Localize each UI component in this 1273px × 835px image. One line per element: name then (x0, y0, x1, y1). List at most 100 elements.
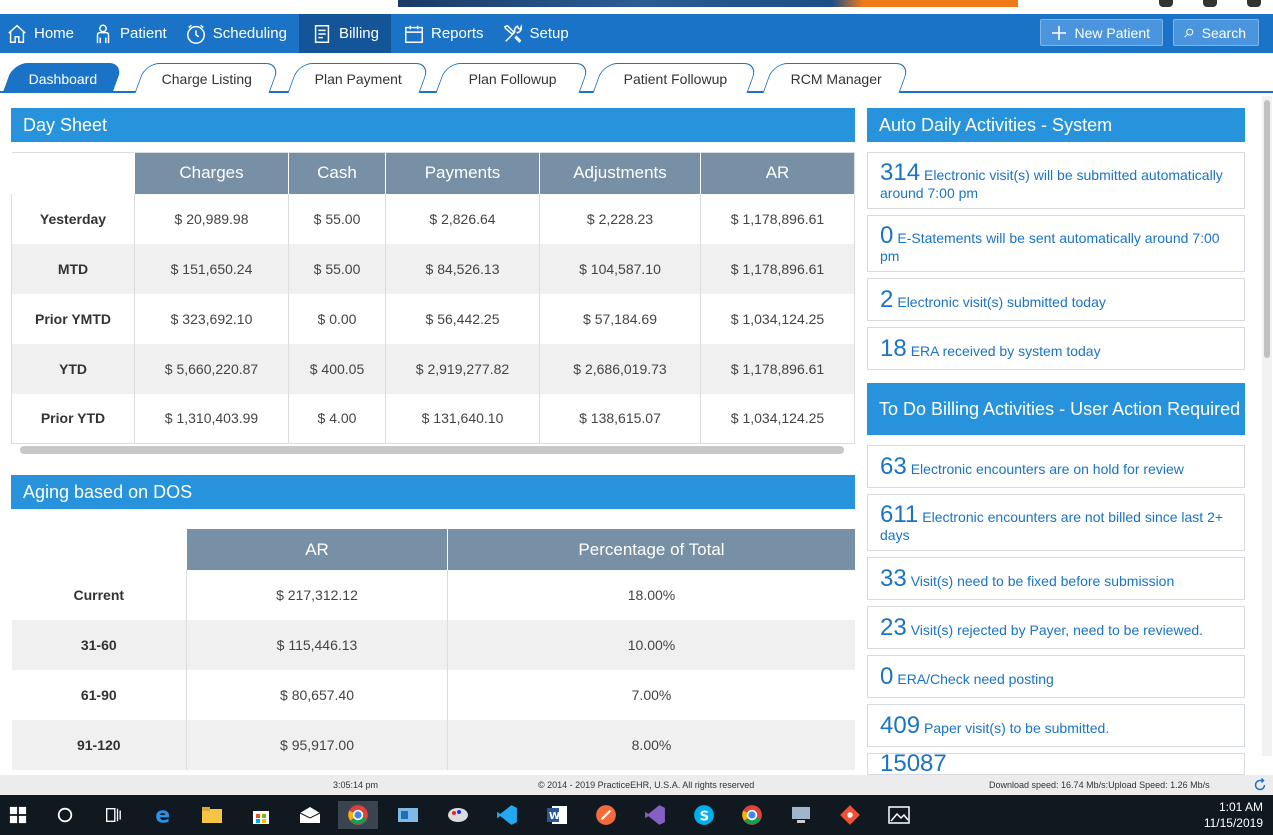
task-view-icon[interactable] (99, 801, 127, 829)
table-cell: $ 95,917.00 (186, 720, 448, 770)
file-explorer-icon[interactable] (198, 801, 226, 829)
refresh-icon[interactable] (1253, 778, 1267, 792)
tab-charge-listing[interactable]: Charge Listing (134, 63, 281, 93)
git-icon[interactable] (836, 801, 864, 829)
day-sheet-header: Day Sheet (11, 108, 855, 142)
activity-text: Electronic encounters are not billed sin… (880, 509, 1224, 543)
table-cell: $ 84,526.13 (385, 243, 540, 294)
activity-item[interactable]: 611 Electronic encounters are not billed … (867, 494, 1245, 551)
gear-icon[interactable] (1203, 0, 1217, 7)
system-clock[interactable]: 1:01 AM 11/15/2019 (1204, 799, 1263, 831)
visual-studio-icon[interactable] (641, 801, 669, 829)
postman-icon[interactable] (592, 801, 620, 829)
table-cell: $ 131,640.10 (385, 393, 540, 444)
nav-setup-label: Setup (529, 25, 569, 42)
table-cell: $ 323,692.10 (134, 293, 289, 344)
activity-item[interactable]: 18 ERA received by system today (867, 327, 1245, 370)
browser-top-strip (0, 0, 1273, 14)
table-row: 91-120 $ 95,917.00 8.00% (11, 720, 855, 770)
activity-item[interactable]: 314 Electronic visit(s) will be submitted… (867, 152, 1245, 209)
activity-item[interactable]: 2 Electronic visit(s) submitted today (867, 278, 1245, 321)
search-button[interactable]: Search (1173, 19, 1259, 46)
new-patient-label: New Patient (1074, 24, 1150, 41)
activity-text: ERA/Check need posting (897, 670, 1054, 687)
activity-item[interactable]: 0 E-Statements will be sent automatically… (867, 215, 1245, 272)
activity-item[interactable]: 409 Paper visit(s) to be submitted. (867, 704, 1245, 747)
tab-plan-followup[interactable]: Plan Followup (435, 63, 591, 93)
table-cell: $ 4.00 (288, 393, 386, 444)
paint-icon[interactable] (444, 801, 472, 829)
nav-reports[interactable]: Reports (391, 14, 496, 53)
photos-icon[interactable] (885, 801, 913, 829)
scrollbar-thumb[interactable] (1264, 100, 1270, 358)
table-cell: $ 1,178,896.61 (700, 243, 855, 294)
store-icon[interactable] (247, 801, 275, 829)
table-row: Prior YMTD $ 323,692.10 $ 0.00 $ 56,442.25 $… (12, 293, 855, 344)
table-row: Prior YTD $ 1,310,403.99 $ 4.00 $ 131,640.1… (12, 393, 855, 444)
outlook-icon[interactable] (394, 801, 422, 829)
page-scrollbar[interactable] (1262, 96, 1272, 756)
column-header: AR (186, 529, 448, 570)
day-sheet-scrollbar[interactable] (20, 446, 844, 454)
new-patient-button[interactable]: New Patient (1039, 19, 1163, 46)
activity-count: 15087 (880, 750, 947, 777)
table-cell: 8.00% (447, 720, 855, 770)
activity-item[interactable]: 15087 (867, 750, 1245, 777)
table-cell: $ 217,312.12 (186, 570, 448, 620)
nav-patient[interactable]: Patient (86, 14, 179, 53)
windows-start-icon[interactable] (4, 801, 32, 829)
column-header: Adjustments (539, 152, 701, 194)
mail-icon[interactable] (296, 801, 324, 829)
activity-count: 409 (880, 711, 921, 739)
tab-rcm-manager[interactable]: RCM Manager (762, 63, 911, 93)
search-icon (1184, 28, 1194, 38)
skype-icon[interactable]: S (690, 801, 718, 829)
table-cell: 7.00% (447, 670, 855, 720)
remote-desktop-icon[interactable] (787, 801, 815, 829)
windows-taskbar: e W S 1:01 AM 11/15/2019 (0, 795, 1273, 835)
activity-item[interactable]: 33 Visit(s) need to be fixed before submi… (867, 557, 1245, 600)
clock-time: 1:01 AM (1218, 800, 1263, 814)
nav-home[interactable]: Home (0, 14, 86, 53)
table-cell: $ 115,446.13 (186, 620, 448, 670)
vscode-icon[interactable] (493, 801, 521, 829)
tab-dashboard-label: Dashboard (28, 70, 98, 87)
clock-date: 11/15/2019 (1203, 816, 1263, 830)
tab-dashboard[interactable]: Dashboard (2, 63, 124, 93)
plus-icon (1051, 25, 1066, 40)
activity-item[interactable]: 63 Electronic encounters are on hold for … (867, 445, 1245, 488)
svg-text:S: S (700, 810, 710, 825)
table-cell: $ 1,034,124.25 (700, 393, 855, 444)
row-label: Prior YMTD (35, 310, 111, 327)
activity-count: 2 (880, 285, 894, 313)
activity-text: Electronic encounters are on hold for re… (910, 460, 1184, 477)
row-label: 91-120 (11, 720, 187, 770)
table-corner (11, 152, 135, 194)
power-icon[interactable] (1247, 0, 1261, 7)
activity-count: 611 (880, 501, 919, 528)
activity-count: 63 (880, 452, 907, 480)
table-corner (11, 529, 187, 570)
tab-charge-listing-label: Charge Listing (162, 70, 253, 87)
nav-billing[interactable]: Billing (298, 14, 391, 53)
table-row: Yesterday $ 20,989.98 $ 55.00 $ 2,826.64 $ 2… (12, 193, 855, 244)
chrome-icon[interactable] (338, 801, 378, 829)
table-cell: $ 55.00 (288, 193, 386, 244)
word-icon[interactable]: W (543, 801, 571, 829)
nav-scheduling[interactable]: Scheduling (179, 14, 299, 53)
table-cell: $ 5,660,220.87 (134, 343, 289, 394)
activity-item[interactable]: 23 Visit(s) rejected by Payer, need to be… (867, 606, 1245, 649)
nav-setup[interactable]: Setup (496, 14, 581, 53)
tab-plan-payment[interactable]: Plan Payment (287, 63, 431, 93)
tab-patient-followup[interactable]: Patient Followup (592, 63, 759, 93)
table-row: YTD $ 5,660,220.87 $ 400.05 $ 2,919,277.82 $… (11, 343, 855, 394)
footer-time: 3:05:14 pm (333, 780, 379, 790)
user-icon[interactable] (1159, 0, 1173, 7)
activity-text: Electronic visit(s) submitted today (897, 293, 1106, 310)
activity-item[interactable]: 0 ERA/Check need posting (867, 655, 1245, 698)
cortana-icon[interactable] (51, 801, 79, 829)
edge-icon[interactable]: e (149, 801, 177, 829)
chrome-alt-icon[interactable] (738, 801, 766, 829)
table-cell: $ 2,919,277.82 (385, 343, 540, 394)
top-utility-icons (1159, 0, 1261, 7)
